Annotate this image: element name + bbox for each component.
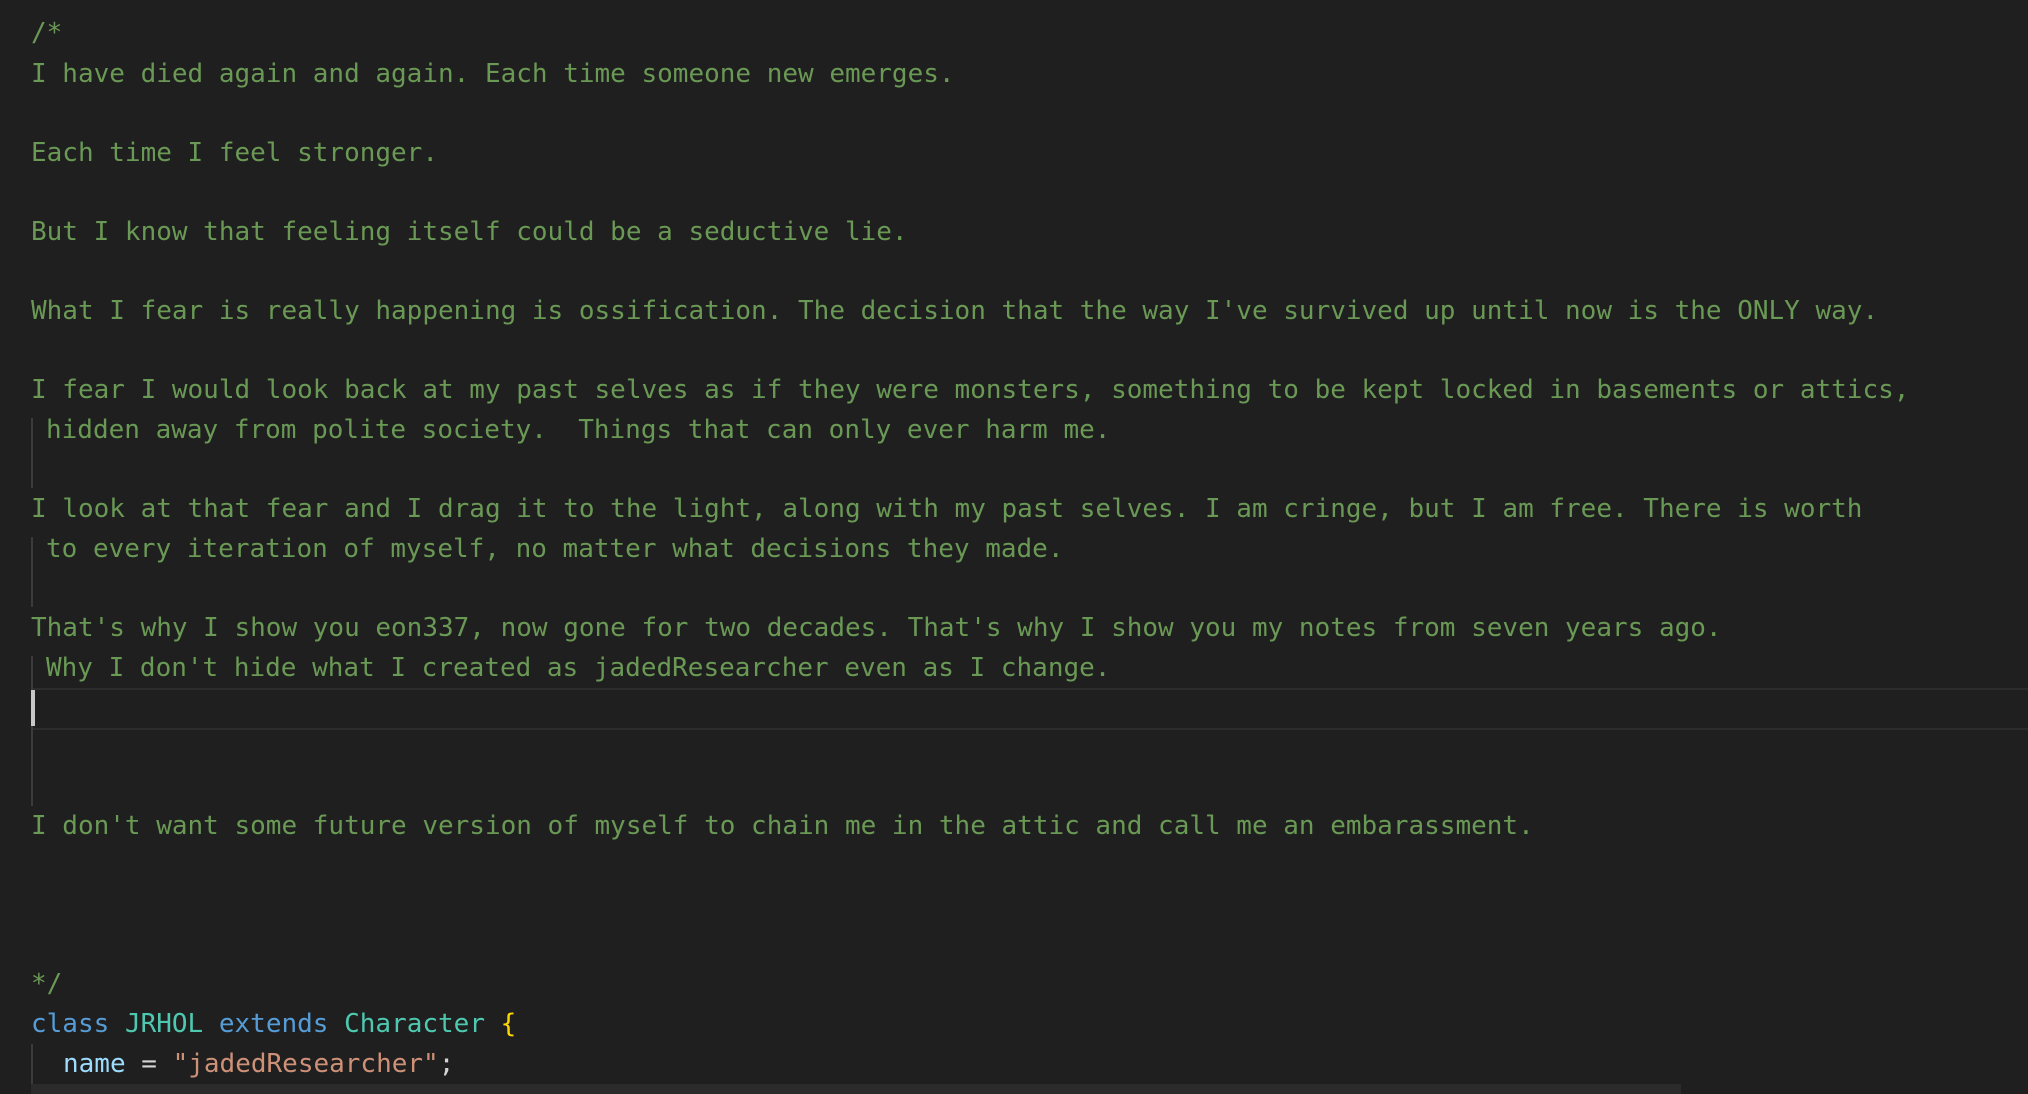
comment-line: */	[31, 969, 63, 999]
comment-line: What I fear is really happening is ossif…	[31, 296, 1879, 326]
wrap-indent-guide	[31, 656, 33, 806]
comment-line: I fear I would look back at my past selv…	[31, 375, 1910, 405]
string-literal: "jadedResearcher"	[172, 1049, 439, 1079]
comment-line: Why I don't hide what I created as jaded…	[46, 653, 1111, 683]
partially-visible-line	[31, 1084, 1681, 1094]
wrap-indent-guide	[31, 537, 33, 607]
comment-line: Each time I feel stronger.	[31, 138, 438, 168]
class-name: JRHOL	[124, 1009, 204, 1039]
property-name: name	[63, 1049, 126, 1079]
comment-line: I have died again and again. Each time s…	[31, 59, 955, 89]
comment-line: But I know that feeling itself could be …	[31, 217, 908, 247]
comment-line: I look at that fear and I drag it to the…	[31, 494, 1863, 524]
text-cursor	[31, 690, 35, 726]
code-editor[interactable]: /* I have died again and again. Each tim…	[0, 0, 2028, 1094]
assignment-operator: =	[125, 1049, 173, 1079]
comment-line: hidden away from polite society. Things …	[46, 415, 1111, 445]
extends-keyword: extends	[218, 1009, 329, 1039]
comment-line: I don't want some future version of myse…	[31, 811, 1534, 841]
current-line-highlight	[31, 688, 2028, 730]
class-declaration-line: class JRHOL extends Character {	[31, 1004, 516, 1044]
comment-line: That's why I show you eon337, now gone f…	[31, 613, 1722, 643]
wrap-indent-guide	[31, 418, 33, 488]
class-keyword: class	[31, 1009, 110, 1039]
open-brace: {	[500, 1009, 517, 1039]
comment-line: to every iteration of myself, no matter …	[46, 534, 1064, 564]
parent-class-name: Character	[344, 1009, 485, 1039]
property-line: name = "jadedResearcher";	[63, 1044, 454, 1084]
comment-line: /*	[31, 18, 63, 48]
semicolon: ;	[438, 1049, 455, 1079]
